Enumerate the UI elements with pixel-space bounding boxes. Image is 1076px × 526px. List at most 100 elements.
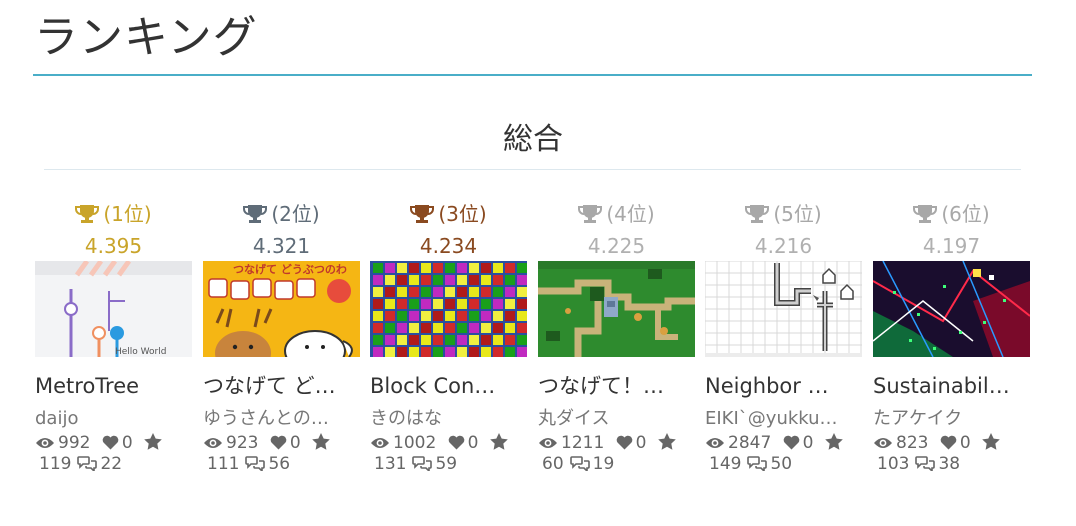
game-title[interactable]: Neighbor … — [705, 371, 860, 401]
trophy-icon — [578, 205, 603, 223]
page-title: ランキング — [34, 12, 258, 63]
rank-label: (6位) — [941, 202, 990, 226]
like-count: 0 — [467, 433, 479, 453]
star-icon — [144, 433, 162, 450]
comments-icon — [747, 456, 768, 473]
heart-icon — [616, 435, 632, 450]
ranking-card[interactable]: (3位) 4.234 Block Con… きのはな 1002 0 131 59 — [370, 197, 527, 475]
favorite-count: 119 — [39, 454, 72, 474]
rank-score: 4.225 — [587, 234, 646, 258]
eye-icon — [539, 438, 557, 448]
rank-score: 4.234 — [419, 234, 478, 258]
rank-label: (3位) — [438, 202, 487, 226]
view-count: 992 — [58, 433, 91, 453]
eye-icon — [371, 438, 389, 448]
like-count: 0 — [802, 433, 814, 453]
trophy-icon — [243, 205, 268, 223]
game-thumbnail[interactable] — [705, 261, 862, 357]
rank-score: 4.395 — [84, 234, 143, 258]
game-stats: 823 0 103 38 — [873, 433, 1030, 475]
comment-count: 19 — [592, 454, 615, 474]
view-count: 823 — [896, 433, 929, 453]
rank-badge: (2位) — [203, 197, 360, 231]
rank-badge: (3位) — [370, 197, 527, 231]
eye-icon — [706, 438, 724, 448]
ranking-card[interactable]: (5位) 4.216 Neighbor … EIKI`@yukku… 2847 … — [705, 197, 862, 475]
like-count: 0 — [635, 433, 647, 453]
game-stats: 2847 0 149 50 — [705, 433, 862, 475]
star-icon — [490, 433, 508, 450]
heart-icon — [940, 435, 957, 450]
game-author[interactable]: きのはな — [370, 405, 527, 433]
comment-count: 38 — [938, 454, 961, 474]
game-stats: 923 0 111 56 — [203, 433, 360, 475]
trophy-icon — [745, 205, 770, 223]
section-title: 総合 — [503, 122, 563, 157]
comments-icon — [412, 456, 433, 473]
rank-badge: (1位) — [35, 197, 192, 231]
rank-label: (2位) — [271, 202, 320, 226]
view-count: 1002 — [393, 433, 437, 453]
game-thumbnail[interactable]: つなげて どうぶつのわ — [203, 261, 360, 357]
favorite-count: 111 — [207, 454, 240, 474]
game-thumbnail[interactable]: Hello World — [35, 261, 192, 357]
comments-icon — [77, 456, 98, 473]
game-stats: 992 0 119 22 — [35, 433, 192, 475]
game-stats: 1211 0 60 19 — [538, 433, 695, 475]
star-icon — [658, 433, 676, 450]
game-author[interactable]: たアケイク — [873, 405, 1030, 433]
eye-icon — [36, 438, 54, 448]
rank-badge: (5位) — [705, 197, 862, 231]
rank-label: (5位) — [773, 202, 822, 226]
rank-score: 4.197 — [922, 234, 981, 258]
trophy-icon — [410, 205, 435, 223]
heart-icon — [448, 435, 464, 450]
game-title[interactable]: Sustainabil… — [873, 371, 1028, 401]
favorite-count: 149 — [709, 454, 742, 474]
trophy-icon — [913, 205, 938, 223]
ranking-card[interactable]: (2位) 4.321 つなげて どうぶつのわ つなげて ど… ゆうさんとの… 9… — [203, 197, 360, 475]
comments-icon — [915, 456, 936, 473]
rank-label: (4位) — [606, 202, 655, 226]
comment-count: 59 — [435, 454, 458, 474]
title-divider — [33, 74, 1032, 76]
favorite-count: 60 — [542, 454, 564, 474]
trophy-icon — [75, 205, 100, 223]
game-title[interactable]: Block Con… — [370, 371, 525, 401]
rank-badge: (6位) — [873, 197, 1030, 231]
comment-count: 56 — [268, 454, 291, 474]
star-icon — [982, 433, 1000, 450]
ranking-card[interactable]: (4位) 4.225 つなげて！… 丸ダイス 1211 0 60 19 — [538, 197, 695, 475]
game-thumbnail[interactable] — [873, 261, 1030, 357]
thumb-caption: Hello World — [115, 347, 166, 357]
rank-score: 4.216 — [754, 234, 813, 258]
favorite-count: 103 — [877, 454, 910, 474]
rank-badge: (4位) — [538, 197, 695, 231]
game-title[interactable]: つなげて！… — [538, 371, 693, 401]
eye-icon — [874, 438, 892, 448]
like-count: 0 — [959, 433, 971, 453]
heart-icon — [783, 435, 799, 450]
ranking-card[interactable]: (6位) 4.197 Sustainabil… たアケイク 823 0 103 3… — [873, 197, 1030, 475]
comment-count: 50 — [770, 454, 793, 474]
view-count: 1211 — [561, 433, 605, 453]
game-author[interactable]: 丸ダイス — [538, 405, 695, 433]
star-icon — [312, 433, 330, 450]
game-thumbnail[interactable] — [370, 261, 527, 357]
game-author[interactable]: daijo — [35, 405, 192, 433]
comment-count: 22 — [100, 454, 123, 474]
heart-icon — [102, 435, 119, 450]
game-title[interactable]: MetroTree — [35, 371, 190, 401]
rank-score: 4.321 — [252, 234, 311, 258]
ranking-card[interactable]: (1位) 4.395 Hello World MetroTree daijo 9… — [35, 197, 192, 475]
comments-icon — [245, 456, 266, 473]
game-thumbnail[interactable] — [538, 261, 695, 357]
view-count: 923 — [226, 433, 259, 453]
like-count: 0 — [289, 433, 301, 453]
game-author[interactable]: EIKI`@yukku… — [705, 405, 862, 433]
game-author[interactable]: ゆうさんとの… — [203, 405, 360, 433]
view-count: 2847 — [728, 433, 772, 453]
game-title[interactable]: つなげて ど… — [203, 371, 358, 401]
thumb-caption: つなげて どうぶつのわ — [233, 262, 347, 276]
rank-label: (1位) — [103, 202, 152, 226]
